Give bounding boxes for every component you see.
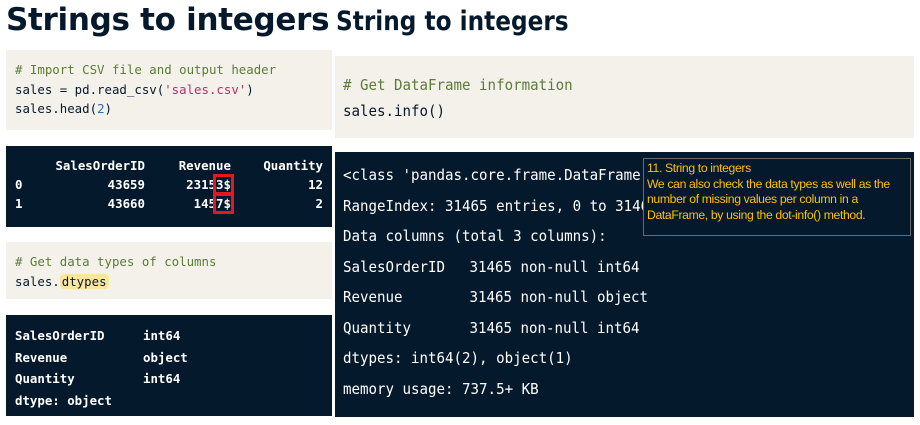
output-head-table: SalesOrderID Revenue Quantity 0 43659 23… — [6, 146, 332, 227]
code-comment: # Get data types of columns — [15, 254, 217, 269]
table-cell: 43660 — [107, 196, 145, 211]
code-comment: # Import CSV file and output header — [15, 62, 277, 77]
table-row: 1 43660 1457$ 2 — [15, 193, 323, 214]
dtypes-highlight: dtypes — [59, 273, 109, 289]
output-dtypes: SalesOrderID int64 Revenue object Quantity… — [6, 315, 332, 416]
table-cell: 23153$ — [186, 174, 234, 195]
list-item: SalesOrderID int64 — [15, 328, 181, 343]
table-cell: 43659 — [107, 177, 145, 192]
table-header-row: SalesOrderID Revenue Quantity — [15, 156, 323, 175]
code-line-head: sales.head(2) — [15, 101, 112, 116]
list-item: Quantity int64 — [15, 371, 181, 386]
info-row: SalesOrderID 31465 non-null int64 — [343, 257, 640, 276]
code-block-info: # Get DataFrame information sales.info() — [335, 56, 914, 138]
row-index: 1 — [15, 196, 23, 211]
code-block-read-csv: # Import CSV file and output header sale… — [6, 50, 332, 130]
code-line-info: sales.info() — [343, 102, 446, 120]
dtypes-footer: dtype: object — [15, 392, 112, 408]
info-row: Revenue 31465 non-null object — [343, 288, 649, 306]
info-memory-line: memory usage: 737.5+ KB — [343, 379, 539, 398]
dtypes-list: SalesOrderID int64 Revenue object Quantity… — [15, 325, 188, 390]
row-index: 0 — [15, 177, 23, 192]
note-title: 11. String to integers — [647, 161, 751, 175]
column-header: Quantity — [263, 158, 323, 173]
slide-title-left: Strings to integers — [6, 2, 330, 38]
table-cell: 2 — [315, 196, 323, 211]
info-dtypes-line: dtypes: int64(2), object(1) — [343, 349, 573, 367]
table-row: 0 43659 23153$ 12 — [15, 174, 323, 195]
code-comment: # Get DataFrame information — [343, 76, 573, 94]
code-line-read-csv: sales = pd.read_csv('sales.csv') — [15, 81, 254, 97]
column-header: SalesOrderID — [55, 158, 145, 173]
column-header: Revenue — [178, 158, 231, 173]
annotation-note: 11. String to integers We can also check… — [643, 158, 911, 236]
code-block-dtypes: # Get data types of columns sales. dtypes — [6, 242, 332, 299]
info-class-line: <class 'pandas.core.frame.DataFrame'> — [343, 166, 658, 184]
info-row: Quantity 31465 non-null int64 — [343, 318, 640, 337]
table-cell: 12 — [308, 177, 323, 192]
table-cell: 1457$ — [193, 193, 234, 214]
code-line-dtypes: sales. dtypes — [15, 273, 109, 289]
revenue-suffix-highlight: 7$ — [213, 193, 234, 214]
slide-title-right: String to integers — [336, 6, 569, 37]
info-columns-line: Data columns (total 3 columns): — [343, 227, 607, 245]
list-item: Revenue object — [15, 349, 188, 365]
revenue-suffix-highlight: 3$ — [213, 174, 234, 195]
info-range-line: RangeIndex: 31465 entries, 0 to 31464 — [343, 196, 658, 215]
note-body: We can also check the data types as well… — [647, 176, 890, 222]
dataframe-head: SalesOrderID Revenue Quantity 0 43659 23… — [15, 156, 323, 214]
